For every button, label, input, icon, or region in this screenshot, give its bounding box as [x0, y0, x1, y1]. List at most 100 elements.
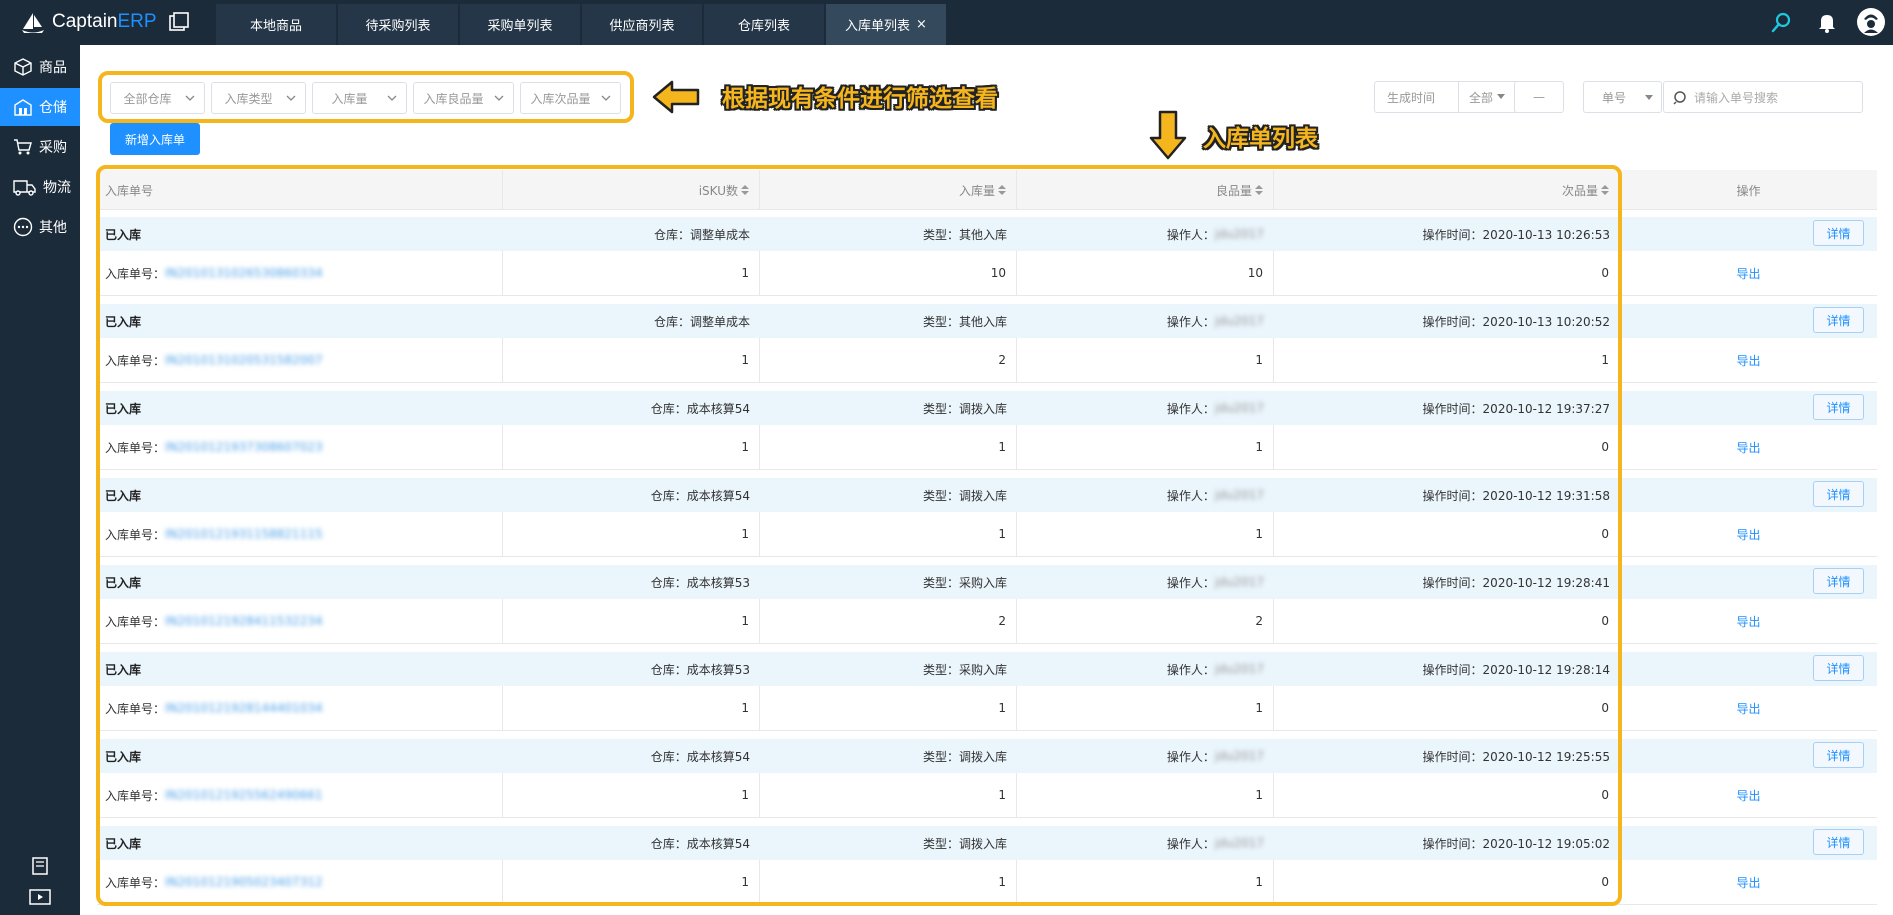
tab-local-products[interactable]: 本地商品 [216, 4, 336, 45]
row-summary: 已入库 仓库：调整单成本 类型：其他入库 操作人： jdu2017 操作时间：2020-1… [97, 217, 1877, 251]
sort-icon[interactable] [1601, 184, 1609, 196]
table-row-group: 已入库 仓库：成本核算54 类型：调拨入库 操作人： jdu2017 操作时间：2020-… [97, 478, 1877, 565]
new-inbound-order-button[interactable]: 新增入库单 [110, 123, 200, 155]
app-logo[interactable]: CaptainERP [20, 8, 157, 36]
sidebar-item-label: 物流 [43, 180, 71, 196]
tab-pending-purchase[interactable]: 待采购列表 [338, 4, 458, 45]
detail-button[interactable]: 详情 [1813, 307, 1864, 333]
tab-close-icon[interactable]: × [916, 17, 927, 32]
order-no-link[interactable]: IN2010121931158821115 [165, 527, 323, 541]
table-row-group: 已入库 仓库：成本核算54 类型：调拨入库 操作人： jdu2017 操作时间：2020-… [97, 391, 1877, 478]
isku-count: 1 [741, 353, 749, 367]
defect-quantity-filter-select[interactable]: 入库次品量 [520, 82, 621, 114]
sidebar-item-products[interactable]: 商品 [0, 48, 80, 86]
defect-quantity: 0 [1601, 614, 1609, 628]
good-quantity-filter-select[interactable]: 入库良品量 [413, 82, 514, 114]
tab-inbound-orders[interactable]: 入库单列表 × [826, 4, 946, 45]
good-quantity: 1 [1255, 527, 1263, 541]
sidebar-item-logistics[interactable]: 物流 [0, 168, 80, 206]
table-row: 入库单号： IN2010121937308607023 1 1 1 0 导出 [97, 425, 1877, 470]
sort-icon[interactable] [998, 184, 1006, 196]
detail-button[interactable]: 详情 [1813, 568, 1864, 594]
column-header-defect[interactable]: 次品量 [1274, 170, 1620, 210]
order-no-link[interactable]: IN2010121928411532234 [165, 614, 323, 628]
more-icon [13, 217, 33, 237]
export-link[interactable]: 导出 [1736, 352, 1760, 369]
order-no-link[interactable]: IN2010131020531582007 [165, 353, 323, 367]
order-no-link[interactable]: IN2010121925562490661 [165, 788, 323, 802]
export-link[interactable]: 导出 [1736, 265, 1760, 282]
type-label: 类型：采购入库 [922, 662, 1007, 677]
sidebar-item-warehouse[interactable]: 仓储 [0, 88, 80, 126]
good-quantity: 1 [1255, 353, 1263, 367]
sidebar-item-other[interactable]: 其他 [0, 208, 80, 246]
order-no-link[interactable]: IN2010121937308607023 [165, 440, 323, 454]
search-input[interactable]: 请输入单号搜索 [1663, 81, 1863, 113]
detail-button[interactable]: 详情 [1813, 481, 1864, 507]
column-header-good[interactable]: 良品量 [1017, 170, 1274, 210]
search-field-select[interactable]: 单号 [1583, 81, 1662, 113]
warehouse-label: 仓库：成本核算54 [650, 401, 750, 416]
export-link[interactable]: 导出 [1736, 613, 1760, 630]
bell-icon[interactable] [1815, 10, 1839, 34]
order-no-link[interactable]: IN2010131026530860334 [165, 266, 323, 280]
filter-annotation: 根据现有条件进行筛选查看 [722, 86, 998, 112]
pin-search-icon[interactable] [1770, 10, 1794, 34]
warehouse-label: 仓库：成本核算54 [650, 749, 750, 764]
warehouse-label: 仓库：成本核算53 [650, 662, 750, 677]
operator-name: jdu2017 [1214, 575, 1264, 589]
status-badge: 已入库 [105, 662, 142, 677]
quantity-filter-select[interactable]: 入库量 [312, 82, 407, 114]
caret-down-icon [1497, 94, 1506, 99]
order-no-link[interactable]: IN2010121928144401034 [165, 701, 323, 715]
detail-button[interactable]: 详情 [1813, 742, 1864, 768]
inbound-quantity: 1 [998, 788, 1006, 802]
table-row: 入库单号： IN2010131020531582007 1 2 1 1 导出 [97, 338, 1877, 383]
tab-suppliers[interactable]: 供应商列表 [582, 4, 702, 45]
good-quantity: 1 [1255, 701, 1263, 715]
tab-purchase-orders[interactable]: 采购单列表 [460, 4, 580, 45]
defect-quantity: 0 [1601, 527, 1609, 541]
search-placeholder: 请输入单号搜索 [1694, 90, 1779, 105]
operation-time: 操作时间：2020-10-13 10:20:52 [1422, 314, 1610, 329]
date-range-select[interactable]: 全部 [1459, 89, 1515, 106]
tab-warehouses[interactable]: 仓库列表 [704, 4, 824, 45]
inbound-quantity: 2 [998, 353, 1006, 367]
export-link[interactable]: 导出 [1736, 874, 1760, 891]
caret-down-icon [1645, 95, 1653, 100]
operation-time: 操作时间：2020-10-12 19:28:14 [1422, 662, 1610, 677]
video-icon[interactable] [29, 888, 51, 906]
export-link[interactable]: 导出 [1736, 526, 1760, 543]
detail-button[interactable]: 详情 [1813, 829, 1864, 855]
window-toggle-icon[interactable] [168, 12, 190, 32]
column-header-isku[interactable]: iSKU数 [503, 170, 760, 210]
search-icon [1673, 91, 1686, 105]
export-link[interactable]: 导出 [1736, 439, 1760, 456]
detail-button[interactable]: 详情 [1813, 655, 1864, 681]
book-icon[interactable] [29, 857, 51, 875]
table-row-group: 已入库 仓库：成本核算53 类型：采购入库 操作人： jdu2017 操作时间：2020-… [97, 652, 1877, 739]
export-link[interactable]: 导出 [1736, 787, 1760, 804]
row-summary: 已入库 仓库：成本核算54 类型：调拨入库 操作人： jdu2017 操作时间：2020-… [97, 391, 1877, 425]
isku-count: 1 [741, 788, 749, 802]
detail-button[interactable]: 详情 [1813, 394, 1864, 420]
detail-button[interactable]: 详情 [1813, 220, 1864, 246]
good-quantity: 1 [1255, 788, 1263, 802]
sort-icon[interactable] [741, 184, 749, 196]
order-no-link[interactable]: IN2010121905023407312 [165, 875, 323, 889]
type-label: 类型：调拨入库 [922, 836, 1007, 851]
inbound-type-select[interactable]: 入库类型 [211, 82, 306, 114]
order-no-label: 入库单号： [105, 440, 166, 455]
operation-time: 操作时间：2020-10-12 19:05:02 [1422, 836, 1610, 851]
user-avatar-icon[interactable] [1856, 7, 1886, 37]
sort-icon[interactable] [1255, 184, 1263, 196]
sidebar-item-purchase[interactable]: 采购 [0, 128, 80, 166]
isku-count: 1 [741, 614, 749, 628]
date-range-input[interactable]: — [1514, 81, 1564, 113]
warehouse-icon [14, 99, 32, 116]
warehouse-filter-select[interactable]: 全部仓库 [110, 82, 205, 114]
operator-name: jdu2017 [1214, 314, 1264, 328]
sidebar-item-label: 仓储 [39, 100, 67, 116]
export-link[interactable]: 导出 [1736, 700, 1760, 717]
column-header-quantity[interactable]: 入库量 [760, 170, 1017, 210]
